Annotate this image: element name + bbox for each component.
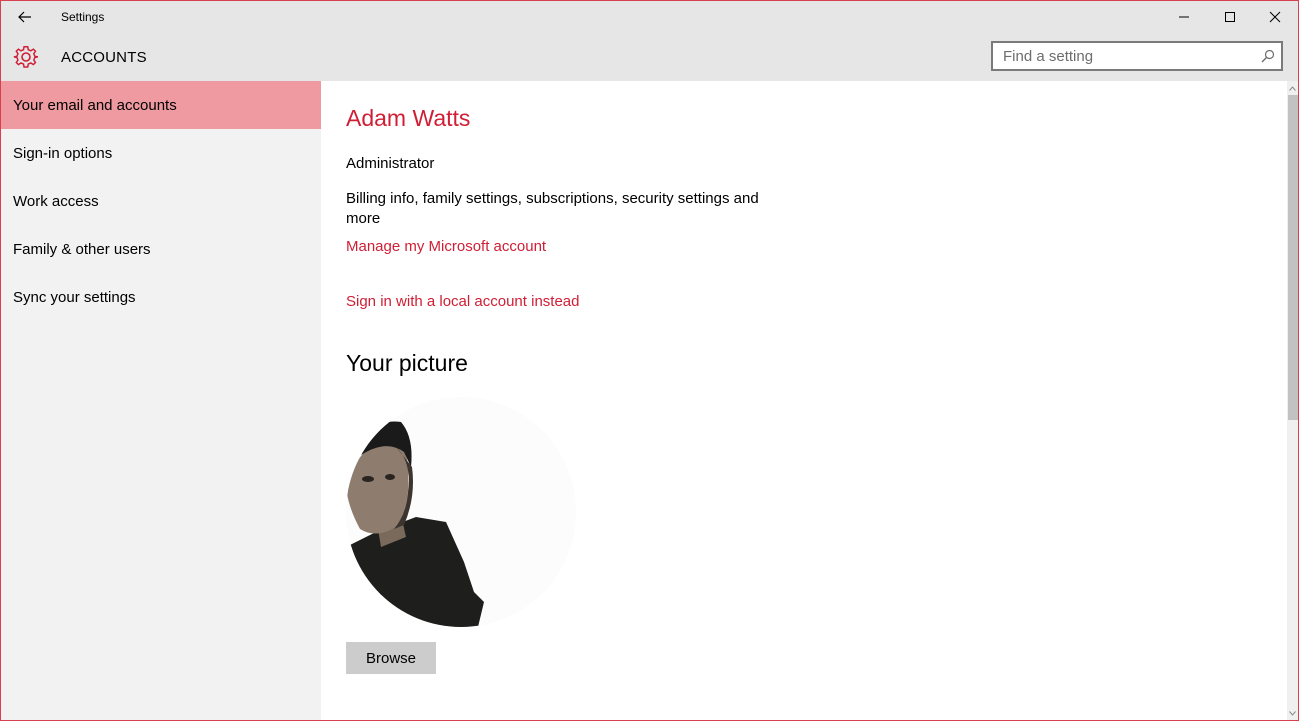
chevron-down-icon	[1289, 710, 1296, 716]
account-role: Administrator	[346, 155, 435, 172]
avatar	[346, 397, 576, 627]
maximize-button[interactable]	[1207, 1, 1253, 33]
sidebar-item-label: Sync your settings	[13, 288, 136, 306]
scroll-up-arrow[interactable]	[1287, 83, 1298, 93]
picture-heading: Your picture	[346, 350, 468, 376]
sidebar-item-label: Sign-in options	[13, 144, 113, 162]
search-input[interactable]	[993, 43, 1253, 69]
manage-account-link[interactable]: Manage my Microsoft account	[346, 238, 546, 255]
main-content: Adam Watts Administrator Billing info, f…	[321, 81, 1287, 720]
search-box[interactable]	[991, 41, 1283, 71]
gear-icon	[13, 46, 38, 68]
vertical-scrollbar[interactable]	[1287, 81, 1298, 720]
back-arrow-icon	[18, 11, 31, 23]
sidebar-item-label: Your email and accounts	[13, 96, 177, 114]
browse-button[interactable]: Browse	[346, 642, 436, 674]
sidebar-item-sync-your-settings[interactable]: Sync your settings	[1, 273, 321, 321]
page-title: ACCOUNTS	[61, 49, 147, 66]
account-description: Billing info, family settings, subscript…	[346, 190, 759, 227]
local-account-link[interactable]: Sign in with a local account instead	[346, 293, 579, 310]
page-header: ACCOUNTS	[1, 33, 1298, 81]
sidebar-item-family-other-users[interactable]: Family & other users	[1, 225, 321, 273]
title-bar: Settings	[1, 1, 1298, 33]
chevron-up-icon	[1289, 85, 1296, 91]
scroll-thumb[interactable]	[1288, 95, 1298, 420]
maximize-icon	[1225, 12, 1235, 22]
minimize-button[interactable]	[1161, 1, 1207, 33]
minimize-icon	[1179, 16, 1189, 18]
close-button[interactable]	[1252, 1, 1298, 33]
settings-window: Settings ACCOUNTS Find a setting Your em…	[0, 0, 1299, 721]
scroll-down-arrow[interactable]	[1287, 708, 1298, 718]
user-name: Adam Watts	[346, 105, 471, 131]
sidebar-item-your-email-and-accounts[interactable]: Your email and accounts	[1, 81, 321, 129]
close-icon	[1269, 11, 1281, 23]
avatar-photo	[346, 397, 576, 627]
window-title: Settings	[61, 10, 105, 24]
search-icon[interactable]	[1261, 49, 1275, 63]
sidebar: Your email and accounts Sign-in options …	[1, 81, 321, 720]
sidebar-item-label: Family & other users	[13, 240, 151, 258]
back-button[interactable]	[11, 5, 39, 29]
sidebar-item-label: Work access	[13, 192, 99, 210]
sidebar-item-sign-in-options[interactable]: Sign-in options	[1, 129, 321, 177]
sidebar-item-work-access[interactable]: Work access	[1, 177, 321, 225]
